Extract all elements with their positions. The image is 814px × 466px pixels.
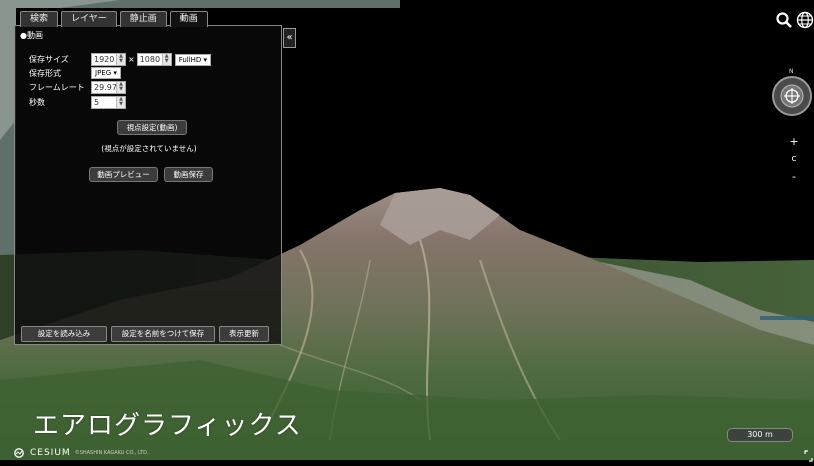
save-size-row: 保存サイズ 1920 ▲ ▼ × 1080 ▲ ▼ FullHD ▾ — [29, 53, 212, 66]
section-title: ●動画 — [20, 31, 43, 40]
tab-still-image[interactable]: 静止画 — [119, 11, 167, 27]
credits: CESIUM ©SHASHIN KAGAKU CO., LTD. — [14, 448, 149, 458]
refresh-display-button[interactable]: 表示更新 — [219, 326, 269, 342]
tab-search[interactable]: 検索 — [20, 11, 59, 27]
tab-layers[interactable]: レイヤー — [61, 11, 117, 27]
height-spinner-icon[interactable]: ▲ ▼ — [161, 54, 171, 65]
fullscreen-icon[interactable] — [804, 447, 813, 462]
framerate-spinner-icon[interactable]: ▲ ▼ — [116, 82, 125, 93]
load-settings-button[interactable]: 設定を読み込み — [21, 326, 107, 342]
tab-video[interactable]: 動画 — [169, 11, 208, 27]
caption-text: エアログラフィックス — [33, 411, 302, 441]
scale-label: 300 m — [747, 430, 773, 439]
cesium-logo-text[interactable]: CESIUM — [30, 448, 71, 458]
width-spinner-icon[interactable]: ▲ ▼ — [116, 54, 125, 65]
viewpoint-status-note: (視点が設定されていません) — [101, 144, 197, 153]
search-icon[interactable] — [775, 11, 793, 29]
format-row: 保存形式 JPEG ▾ — [29, 67, 121, 79]
video-preview-button[interactable]: 動画プレビュー — [89, 167, 158, 182]
framerate-label: フレームレート — [29, 83, 85, 92]
collapse-panel-button[interactable]: « — [283, 28, 296, 48]
save-size-label: 保存サイズ — [29, 55, 69, 64]
video-save-button[interactable]: 動画保存 — [164, 167, 213, 182]
seconds-label: 秒数 — [29, 98, 45, 107]
format-label: 保存形式 — [29, 68, 61, 78]
zoom-in-button[interactable]: + — [785, 135, 803, 149]
compass-icon[interactable]: N — [771, 66, 813, 120]
tab-bar: 検索 レイヤー 静止画 動画 — [20, 11, 211, 27]
format-select[interactable]: JPEG ▾ — [91, 67, 121, 79]
cesium-logo-icon[interactable] — [14, 448, 28, 458]
height-input[interactable]: 1080 ▲ ▼ — [136, 53, 172, 66]
size-preset-select[interactable]: FullHD ▾ — [174, 53, 212, 66]
times-sign: × — [128, 55, 135, 64]
seconds-spinner-icon[interactable]: ▲ ▼ — [116, 97, 125, 108]
video-settings-panel: ●動画 保存サイズ 1920 ▲ ▼ × 1080 ▲ ▼ FullHD ▾ 保存形… — [14, 25, 282, 345]
svg-text:N: N — [789, 68, 794, 75]
save-settings-as-button[interactable]: 設定を名前をつけて保存 — [111, 326, 215, 342]
zoom-out-button[interactable]: - — [785, 170, 803, 184]
viewpoint-settings-button[interactable]: 視点設定(動画) — [117, 120, 187, 135]
seconds-row: 秒数 5 ▲ ▼ — [29, 96, 126, 109]
framerate-row: フレームレート 29.97 ▲ ▼ — [29, 81, 126, 94]
width-input[interactable]: 1920 ▲ ▼ — [91, 53, 126, 66]
seconds-input[interactable]: 5 ▲ ▼ — [91, 96, 126, 109]
reset-view-button[interactable]: c — [785, 152, 803, 166]
copyright-text: ©SHASHIN KAGAKU CO., LTD. — [74, 450, 149, 456]
framerate-input[interactable]: 29.97 ▲ ▼ — [91, 81, 126, 94]
scale-bar: 300 m — [727, 428, 793, 442]
globe-icon[interactable] — [796, 11, 814, 29]
